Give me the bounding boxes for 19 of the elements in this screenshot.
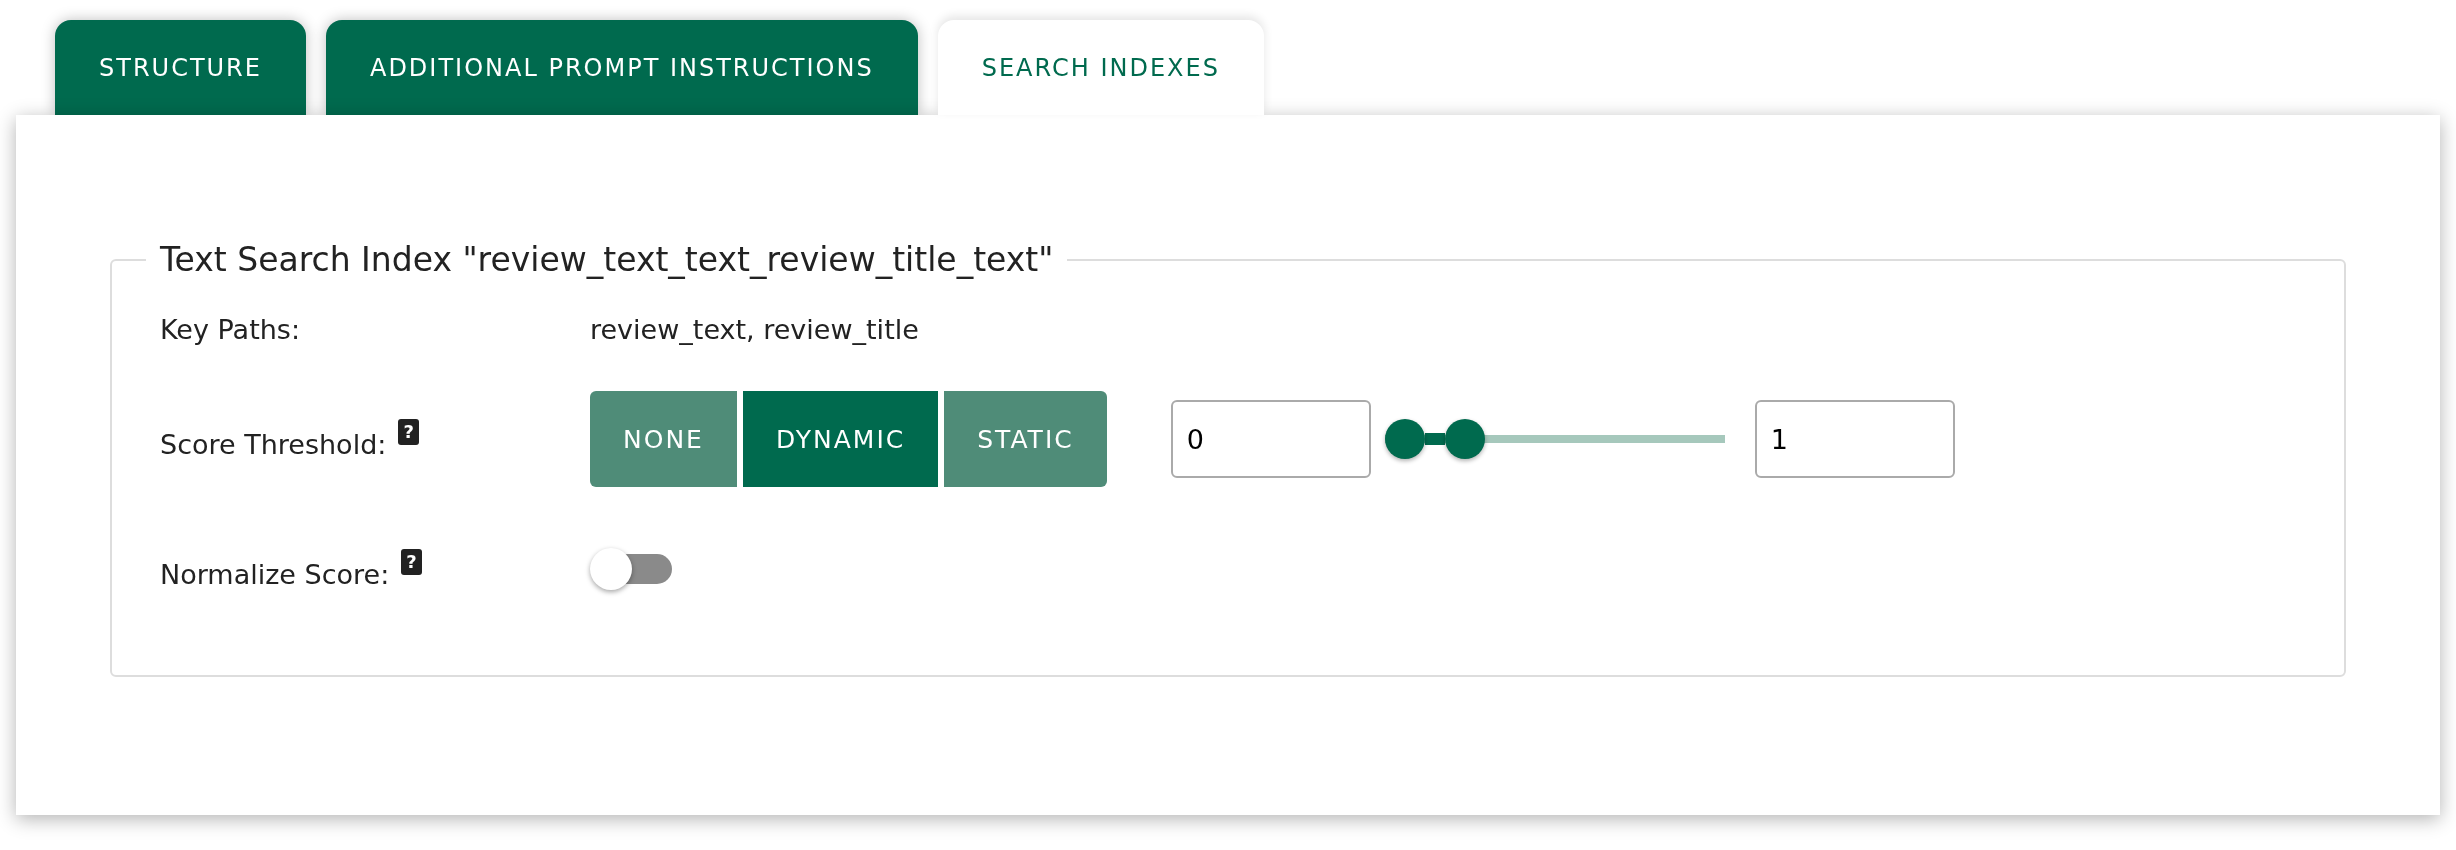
help-icon[interactable]: ? [401, 548, 422, 575]
slider-thumb[interactable] [1384, 419, 1425, 459]
tab[interactable]: STRUCTURE [55, 20, 306, 115]
tab[interactable]: SEARCH INDEXES [937, 20, 1264, 115]
field-label: Key Paths: [160, 313, 301, 345]
tab[interactable]: ADDITIONAL PROMPT INSTRUCTIONS [325, 20, 918, 115]
toggle-switch[interactable] [590, 548, 672, 590]
slider-fill [1424, 433, 1445, 445]
min-input[interactable]: 0 [1170, 400, 1371, 478]
fieldset-title: Text Search Index "review_text_text_review_title_text" [159, 240, 1055, 279]
key-paths-value: review_text, review_title [590, 313, 919, 345]
field-label: Normalize Score: [160, 558, 390, 590]
mode-button[interactable]: STATIC [944, 391, 1107, 487]
max-input[interactable]: 1 [1754, 400, 1955, 478]
slider-thumb[interactable] [1444, 419, 1485, 459]
mode-button[interactable]: DYNAMIC [742, 391, 939, 487]
help-icon[interactable]: ? [398, 418, 419, 445]
mode-button[interactable]: NONE [590, 391, 737, 487]
field-label: Score Threshold: [160, 428, 387, 460]
